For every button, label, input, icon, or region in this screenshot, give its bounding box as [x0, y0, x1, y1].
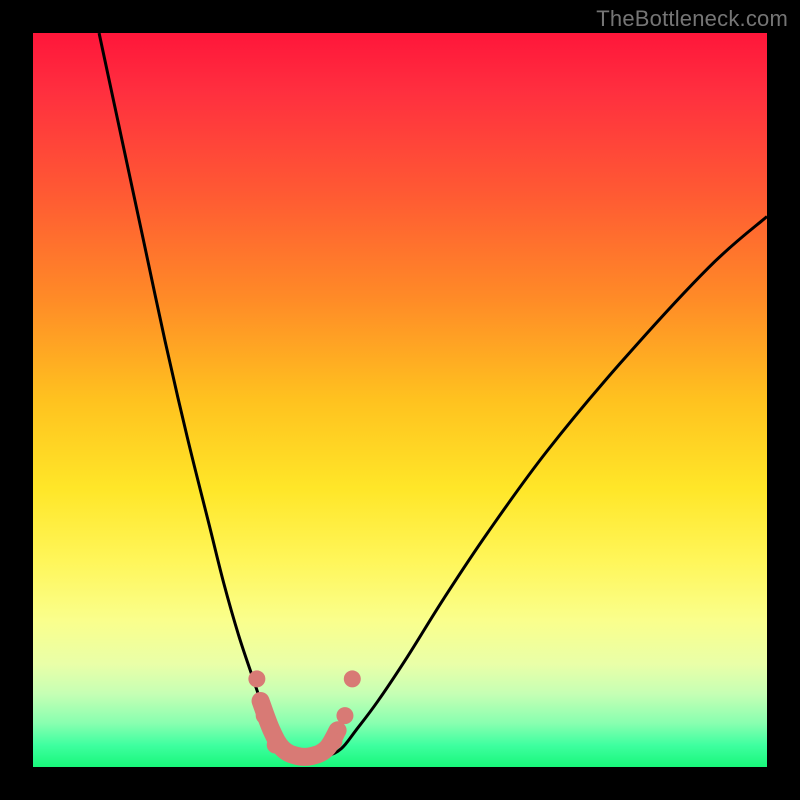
- highlight-dot: [336, 707, 353, 724]
- bottleneck-curve: [99, 33, 767, 758]
- watermark-text: TheBottleneck.com: [596, 6, 788, 32]
- highlight-dot: [325, 733, 342, 750]
- highlight-dots: [248, 670, 360, 753]
- plot-area: [33, 33, 767, 767]
- highlight-dot: [344, 670, 361, 687]
- highlight-dot: [248, 670, 265, 687]
- chart-frame: TheBottleneck.com: [0, 0, 800, 800]
- highlight-dot: [267, 736, 284, 753]
- highlight-dot: [256, 707, 273, 724]
- curve-layer: [33, 33, 767, 767]
